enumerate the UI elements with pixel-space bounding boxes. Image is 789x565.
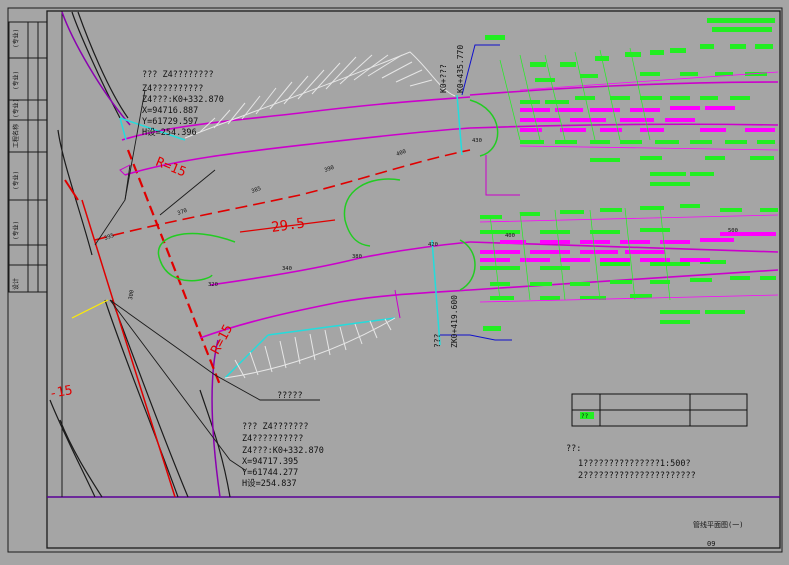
strip-text-6: (专业) [12,221,20,240]
strip-text-7: 设计 [12,278,20,290]
drawing-name: 管线平面图(一) [693,520,743,529]
bottom-point-line2: Z4?????????? [242,434,303,444]
station-label: 395 [104,233,115,242]
survey-point-bottom: ??? Z4??????? Z4?????????? Z4???:K0+332.… [242,422,324,489]
station-label: 390 [324,165,335,174]
sheet-info: 管线平面图(一) 09 [693,520,743,548]
pink-connectors [119,155,520,319]
station-bottom-label: ZK0+419.600 [450,295,459,348]
hatched-island-top [184,51,456,139]
strip-text-2: (专业) [12,71,20,90]
bottom-point-h: H设=254.837 [242,478,297,489]
pipeline-annotations [479,18,779,331]
drawing-canvas: (专业) (专业) (专业) 工程名称 (专业) (专业) 设计 ??? Z4?… [7,7,783,553]
radius-left-label: -15 [48,383,74,402]
strip-text-4: 工程名称 [12,124,20,148]
top-point-line3: Z4???:K0+332.870 [142,95,224,105]
station-bottom-prefix: ??? [433,333,442,348]
notes-header: ??: [566,444,581,454]
legend-cell-label: ?? [581,413,589,420]
width-dimension-label: 29.5 [270,215,306,236]
bottom-point-line3: Z4???:K0+332.870 [242,446,324,456]
strip-text-1: (专业) [12,29,20,48]
notes-line1: 1???????????????1:500? [578,459,691,469]
station-label: 370 [177,208,188,217]
station-top-prefix: K0+??? [439,64,448,93]
station-callouts: K0+435.770 K0+??? ZK0+419.600 ??? [433,45,465,348]
top-point-x: X=94716.887 [142,106,198,116]
legend-table: ?? [571,393,748,427]
top-point-title: ??? Z4???????? [142,70,214,80]
bottom-point-title: ??? Z4??????? [242,422,309,432]
station-top-label: K0+435.770 [456,45,465,93]
radius-top-label: R=15 [154,155,189,181]
station-label: 320 [208,282,218,288]
station-label: 300 [128,290,136,301]
station-label: 340 [282,266,292,272]
station-label: 400 [505,233,515,239]
top-point-h: H设=254.396 [142,127,197,138]
station-label: 430 [472,138,482,144]
strip-text-3: (专业) [12,99,20,118]
strip-text-5: (专业) [12,171,20,190]
leader-label: ????? [277,391,303,401]
cad-drawing-viewport: (专业) (专业) (专业) 工程名称 (专业) (专业) 设计 ??? Z4?… [0,0,789,561]
notes-line2: 2?????????????????????? [578,471,696,481]
top-point-line2: Z4?????????? [142,84,203,94]
station-label: 500 [728,228,738,234]
radius-bottom-label: R=15 [208,322,236,357]
hatched-island-bottom [224,317,396,379]
station-label: 380 [352,254,362,260]
bottom-point-y: Y=61744.277 [242,468,298,478]
top-point-y: Y=61729.597 [142,117,198,127]
station-label: 400 [396,149,407,158]
yellow-ref-line [71,299,109,319]
drawing-notes: ??: 1???????????????1:500? 2????????????… [566,444,696,481]
sheet-number: 09 [707,540,715,548]
left-title-strip: (专业) (专业) (专业) 工程名称 (专业) (专业) 设计 [8,21,48,293]
bottom-point-x: X=94717.395 [242,457,298,467]
station-label: 420 [428,242,438,248]
station-label: 385 [251,186,262,195]
